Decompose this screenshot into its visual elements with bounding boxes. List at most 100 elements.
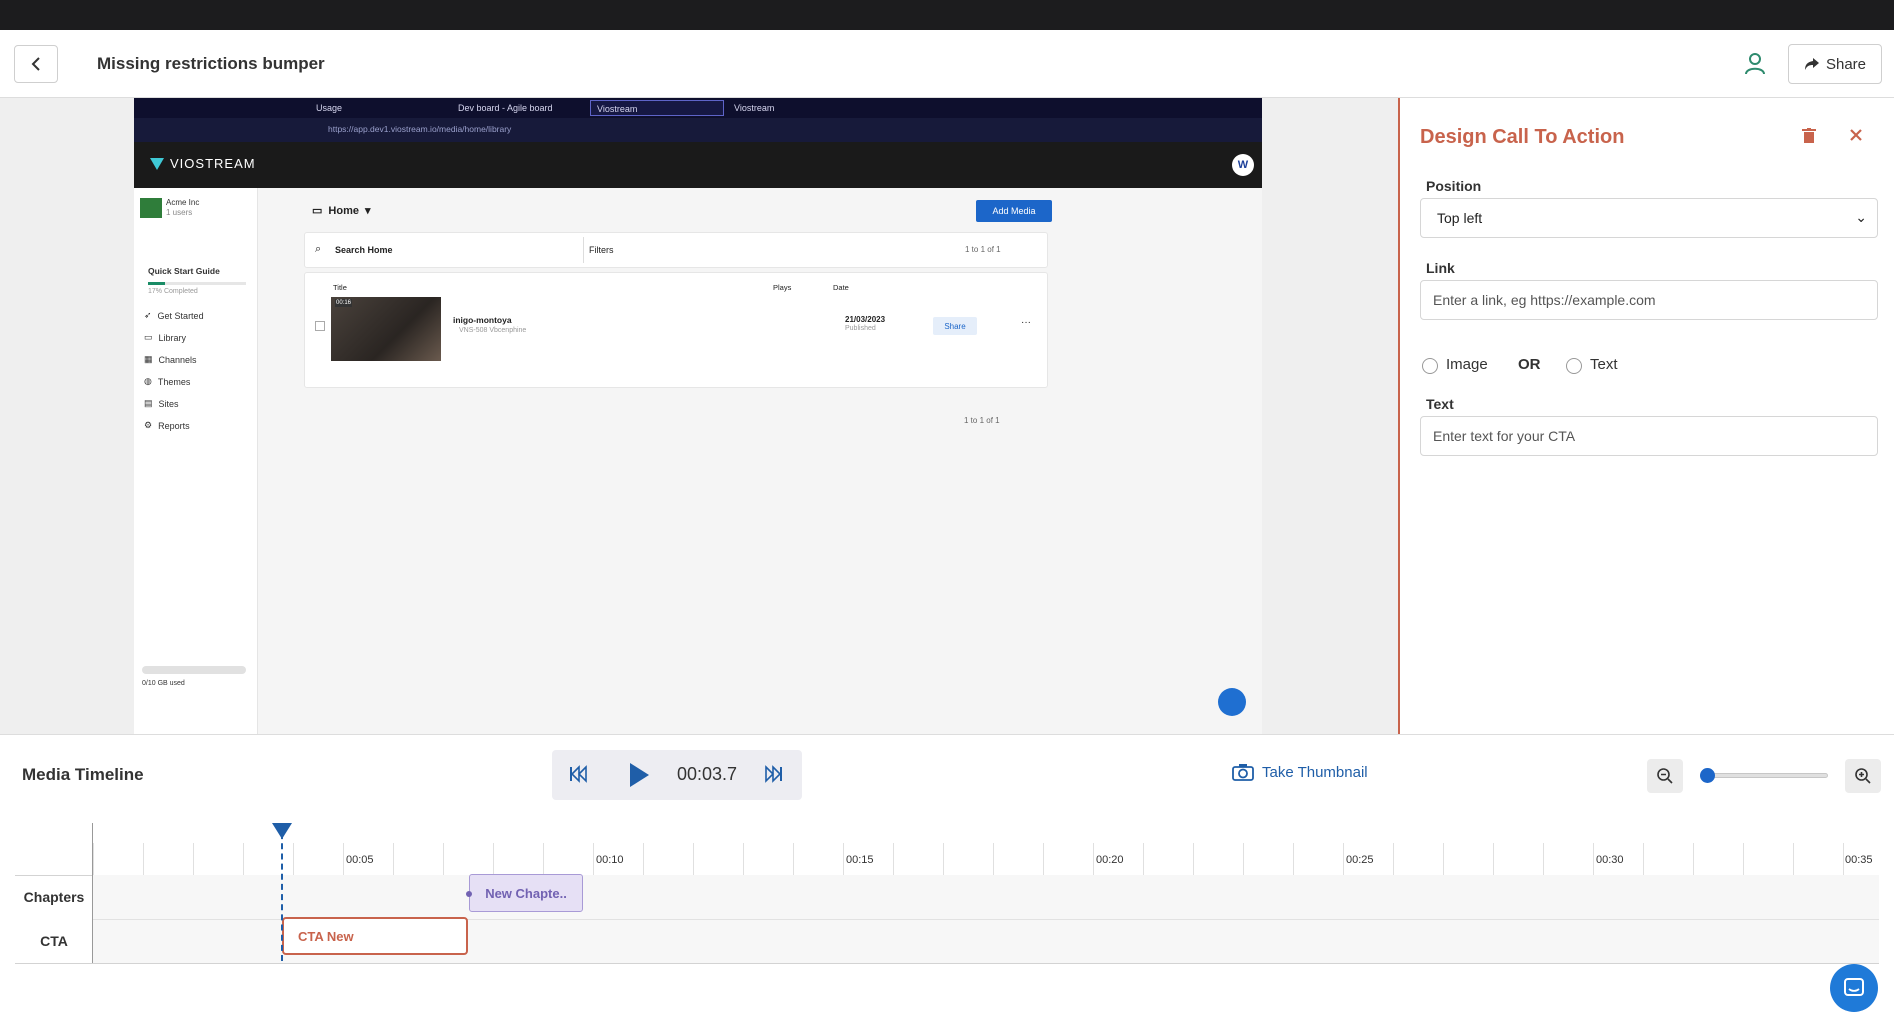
search-icon: ⌕ xyxy=(315,243,322,255)
quick-start-title: Quick Start Guide xyxy=(148,266,220,276)
tick-label: 00:25 xyxy=(1346,854,1374,866)
zoom-out-button[interactable] xyxy=(1647,759,1683,793)
skip-forward-icon[interactable] xyxy=(764,764,784,784)
position-label: Position xyxy=(1426,178,1482,194)
timeline-grid: Chapters CTA 00:05 00:10 00:15 00:20 00:… xyxy=(15,823,1879,964)
channels-icon: ▦ xyxy=(144,354,153,364)
or-label: OR xyxy=(1518,356,1541,373)
video-frame[interactable]: Usage Dev board - Agile board Viostream … xyxy=(134,98,1262,734)
media-table: Title Plays Date 00:16 inigo-montoya VNS… xyxy=(304,272,1048,388)
sidebar-item-channels[interactable]: ▦ Channels xyxy=(144,354,197,365)
chapters-track[interactable] xyxy=(93,875,1879,919)
browser-tab: Viostream xyxy=(734,103,775,113)
storage-bar xyxy=(142,666,246,674)
page-title: Missing restrictions bumper xyxy=(97,54,325,73)
skip-back-icon[interactable] xyxy=(568,764,588,784)
tick-label: 00:35 xyxy=(1845,854,1873,866)
app-sidebar: Acme Inc 1 users Quick Start Guide 17% C… xyxy=(134,188,258,734)
image-radio[interactable] xyxy=(1422,358,1438,374)
text-radio-label: Text xyxy=(1590,356,1618,373)
browser-tab: Viostream xyxy=(590,100,724,116)
pagination-text: 1 to 1 of 1 xyxy=(965,245,1001,254)
media-thumbnail[interactable]: 00:16 xyxy=(331,297,441,361)
reports-icon: ⚙ xyxy=(144,420,153,430)
storage-label: 0/10 GB used xyxy=(142,680,185,687)
folder-icon: ▭ xyxy=(312,205,323,217)
app-root: Missing restrictions bumper Share Usage … xyxy=(0,0,1894,1030)
cta-panel-title: Design Call To Action xyxy=(1420,126,1625,148)
folder-dropdown[interactable]: ▭ Home ▾ xyxy=(312,204,371,218)
sites-icon: ▤ xyxy=(144,398,153,408)
chapter-marker-icon xyxy=(466,891,472,897)
cta-text-input[interactable]: Enter text for your CTA xyxy=(1420,416,1878,456)
media-status: Published xyxy=(845,325,876,332)
chat-icon xyxy=(1844,978,1864,996)
sidebar-item-get-started[interactable]: ➶ Get Started xyxy=(144,310,204,321)
playhead-line[interactable] xyxy=(281,823,283,961)
browser-tab-bar: Usage Dev board - Agile board Viostream … xyxy=(134,98,1262,118)
chapter-block[interactable]: New Chapte.. xyxy=(466,874,583,912)
col-plays: Plays xyxy=(773,283,792,292)
media-name[interactable]: inigo-montoya xyxy=(453,315,512,325)
org-name: Acme Inc xyxy=(166,198,200,207)
zoom-in-button[interactable] xyxy=(1845,759,1881,793)
top-strip xyxy=(0,0,1894,30)
chevron-left-icon xyxy=(31,57,40,71)
current-time: 00:03.7 xyxy=(677,764,738,784)
row-label-chapters: Chapters xyxy=(23,889,85,905)
duration-badge: 00:16 xyxy=(335,299,353,307)
avatar: W xyxy=(1232,154,1254,176)
player-controls: 00:03.7 xyxy=(552,750,802,800)
row-share-button[interactable]: Share xyxy=(933,317,977,335)
media-timeline: Media Timeline 00:03.7 Take Thumbnail Ch… xyxy=(0,734,1894,1030)
org-users: 1 users xyxy=(166,208,193,217)
user-icon[interactable] xyxy=(1740,49,1770,79)
sidebar-item-reports[interactable]: ⚙ Reports xyxy=(144,420,190,431)
browser-address-bar: https://app.dev1.viostream.io/media/home… xyxy=(134,118,1262,142)
cta-design-panel: Design Call To Action Position Top left … xyxy=(1398,98,1894,734)
share-button-label: Share xyxy=(1825,55,1867,73)
take-thumbnail-button[interactable]: Take Thumbnail xyxy=(1232,763,1368,781)
brand-logo: VIOSTREAM xyxy=(150,156,256,171)
more-icon[interactable]: ··· xyxy=(1021,317,1031,328)
caret-down-icon: ▾ xyxy=(364,205,371,217)
cta-block[interactable]: CTA New xyxy=(282,917,468,955)
sidebar-item-library[interactable]: ▭ Library xyxy=(144,332,186,343)
playhead-handle-icon[interactable] xyxy=(272,823,292,839)
trash-icon[interactable] xyxy=(1802,128,1816,144)
sidebar-item-sites[interactable]: ▤ Sites xyxy=(144,398,179,409)
row-label-cta: CTA xyxy=(40,933,68,949)
back-button[interactable] xyxy=(14,45,58,83)
link-input[interactable]: Enter a link, eg https://example.com xyxy=(1420,280,1878,320)
image-radio-label: Image xyxy=(1446,356,1488,373)
browser-url: https://app.dev1.viostream.io/media/home… xyxy=(328,124,512,134)
position-select[interactable]: Top left ⌄ xyxy=(1420,198,1878,238)
row-checkbox[interactable] xyxy=(315,321,325,331)
search-input[interactable]: Search Home xyxy=(335,245,393,255)
close-icon[interactable] xyxy=(1848,127,1864,143)
zoom-slider[interactable] xyxy=(1700,773,1828,778)
zoom-slider-handle[interactable] xyxy=(1700,768,1715,783)
add-media-button[interactable]: Add Media xyxy=(976,200,1052,222)
play-icon[interactable] xyxy=(628,762,650,788)
share-button[interactable]: Share xyxy=(1788,44,1882,84)
chevron-down-icon: ⌄ xyxy=(1855,209,1867,225)
pagination-bottom: 1 to 1 of 1 xyxy=(964,416,1000,425)
chat-button[interactable] xyxy=(1830,964,1878,1012)
filters-button[interactable]: Filters xyxy=(589,245,614,255)
app-topbar: VIOSTREAM W xyxy=(134,142,1262,188)
media-subtitle: VNS-508 Vbcenphine xyxy=(459,327,527,334)
text-label: Text xyxy=(1426,396,1454,412)
search-card: ⌕ Search Home Filters 1 to 1 of 1 xyxy=(304,232,1048,268)
org-logo xyxy=(140,198,162,218)
sidebar-item-themes[interactable]: ◍ Themes xyxy=(144,376,190,387)
page-header: Missing restrictions bumper Share xyxy=(0,30,1894,98)
palette-icon: ◍ xyxy=(144,376,152,386)
text-radio[interactable] xyxy=(1566,358,1582,374)
rocket-icon: ➶ xyxy=(144,310,152,320)
browser-tab: Dev board - Agile board xyxy=(458,103,553,113)
camera-icon xyxy=(1232,764,1254,781)
tick-label: 00:15 xyxy=(846,854,874,866)
chat-widget-icon[interactable] xyxy=(1218,688,1246,716)
share-arrow-icon xyxy=(1804,58,1819,70)
